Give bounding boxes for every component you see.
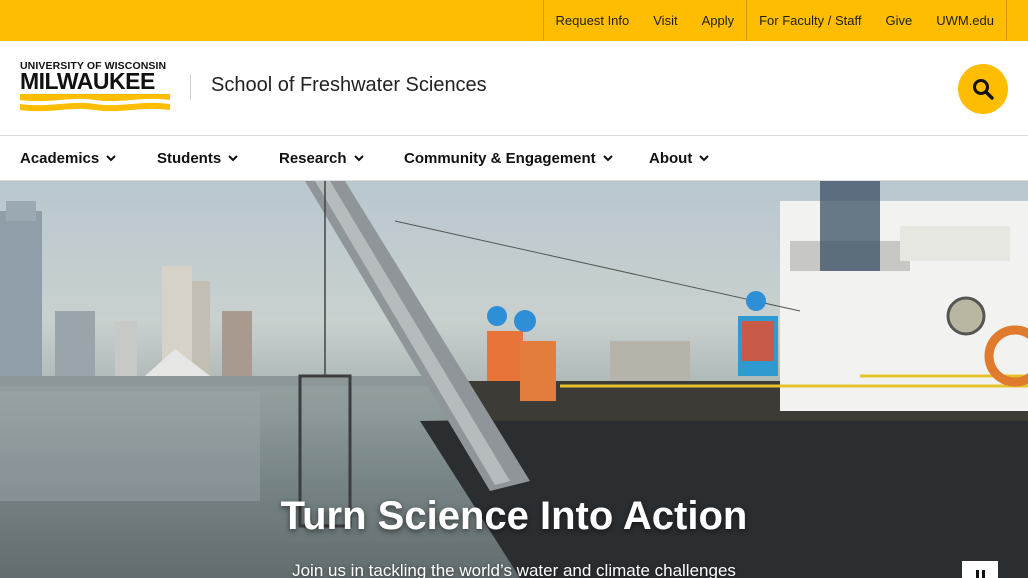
utility-bar: Request Info Visit Apply For Faculty / S… [0,0,1028,41]
nav-research-label: Research [279,149,347,167]
utility-links: Request Info Visit Apply For Faculty / S… [542,0,1007,41]
pause-icon [975,570,979,578]
pause-slideshow-button[interactable] [962,561,998,578]
utility-group-prospective: Request Info Visit Apply [542,0,747,41]
main-navigation: Academics Students Research Community & … [0,136,1028,181]
chevron-down-icon [602,155,613,162]
pause-icon [981,570,985,578]
chevron-down-icon [106,155,116,162]
give-link[interactable]: Give [873,0,924,41]
site-title[interactable]: School of Freshwater Sciences [211,74,487,97]
nav-about[interactable]: About [649,136,710,180]
hero-banner: Turn Science Into Action Join us in tack… [0,181,1028,578]
uwm-edu-link[interactable]: UWM.edu [924,0,1006,41]
nav-about-label: About [649,149,693,167]
utility-group-other: For Faculty / Staff Give UWM.edu [746,0,1007,41]
chevron-down-icon [228,155,238,162]
site-header: UNIVERSITY OF WISCONSIN MILWAUKEE School… [0,41,1028,136]
request-info-link[interactable]: Request Info [544,0,642,41]
logo-milwaukee-text: MILWAUKEE [20,68,155,94]
nav-students-label: Students [157,149,222,167]
hero-title: Turn Science Into Action [280,494,748,538]
search-icon [973,79,994,100]
chevron-down-icon [353,155,364,162]
nav-research[interactable]: Research [279,136,365,180]
uwm-logo[interactable]: UNIVERSITY OF WISCONSIN MILWAUKEE [20,60,172,116]
hero-subtitle: Join us in tackling the world’s water an… [292,561,736,578]
faculty-staff-link[interactable]: For Faculty / Staff [747,0,873,41]
nav-community-engagement-label: Community & Engagement [404,149,596,167]
nav-academics-label: Academics [20,149,100,167]
nav-academics[interactable]: Academics [20,136,117,180]
header-divider [190,74,191,100]
chevron-down-icon [699,155,710,162]
apply-link[interactable]: Apply [690,0,747,41]
nav-students[interactable]: Students [157,136,239,180]
visit-link[interactable]: Visit [641,0,689,41]
nav-community-engagement[interactable]: Community & Engagement [404,136,614,180]
search-button[interactable] [958,64,1008,114]
logo-waves-icon [20,94,170,112]
